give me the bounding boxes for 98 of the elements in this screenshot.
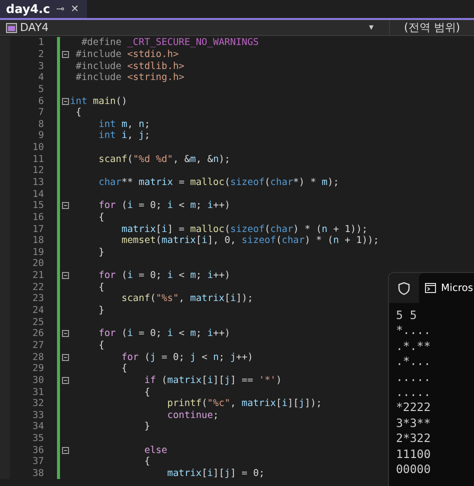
console-output: 5 5 bbox=[396, 308, 418, 324]
code-line: { bbox=[98, 340, 104, 351]
close-icon[interactable]: ✕ bbox=[70, 4, 79, 14]
console-output: ..... bbox=[396, 370, 432, 386]
collapse-icon[interactable] bbox=[62, 202, 68, 210]
line-number: 30 bbox=[32, 374, 44, 386]
code-line: { bbox=[143, 456, 150, 468]
code-line: scanf("%d %d", &m, &n); bbox=[98, 154, 230, 165]
line-number: 7 bbox=[37, 107, 44, 118]
code-line: else bbox=[143, 444, 168, 456]
line-number: 24 bbox=[32, 305, 44, 316]
code-line: #include <string.h> bbox=[74, 72, 184, 84]
console-output: .*... bbox=[396, 354, 432, 370]
line-number: 9 bbox=[37, 130, 44, 142]
line-number: 36 bbox=[32, 444, 44, 456]
line-number: 25 bbox=[32, 316, 44, 328]
code-line: printf("%c", matrix[i][j]); bbox=[166, 398, 322, 410]
code-line: continue; bbox=[166, 410, 219, 421]
line-number: 16 bbox=[32, 212, 44, 223]
line-number: 32 bbox=[32, 398, 44, 410]
code-line: if (matrix[i][j] == '*') bbox=[143, 374, 282, 386]
line-number: 6 bbox=[37, 96, 44, 107]
collapse-icon[interactable] bbox=[62, 354, 68, 361]
line-number: 17 bbox=[32, 224, 44, 235]
code-line: } bbox=[143, 421, 150, 432]
code-line: { bbox=[120, 363, 128, 374]
code-line: matrix[i] = malloc(sizeof(char) * (n + 1)); bbox=[120, 224, 368, 235]
code-line: for (j = 0; j < n; j++) bbox=[120, 352, 254, 363]
code-line: matrix[i][j] = 0; bbox=[166, 468, 265, 480]
code-line: } bbox=[98, 246, 104, 258]
line-number: 18 bbox=[32, 235, 44, 246]
console-output: *.... bbox=[396, 323, 432, 339]
code-line: } bbox=[98, 305, 104, 316]
collapse-icon[interactable] bbox=[62, 330, 68, 338]
line-number: 5 bbox=[37, 84, 44, 95]
code-line: { bbox=[143, 386, 150, 398]
collapse-icon[interactable] bbox=[62, 376, 68, 384]
line-number: 37 bbox=[32, 456, 44, 468]
code-line: int i, j; bbox=[98, 130, 150, 142]
code-line: #define _CRT_SECURE_NO_WARNINGS bbox=[80, 37, 259, 48]
line-number: 10 bbox=[32, 142, 44, 154]
console-output: *2222 bbox=[396, 400, 432, 416]
console-output: 3*3** bbox=[396, 416, 432, 432]
line-number: 11 bbox=[32, 154, 44, 165]
line-number: 33 bbox=[32, 410, 44, 421]
line-number: 12 bbox=[32, 165, 44, 176]
line-number: 15 bbox=[32, 200, 44, 212]
shield-icon[interactable] bbox=[398, 282, 410, 294]
terminal-icon bbox=[425, 283, 436, 293]
project-selector[interactable]: DAY4 bbox=[20, 21, 369, 34]
code-line: for (i = 0; i < m; i++) bbox=[98, 270, 230, 282]
line-number: 26 bbox=[32, 328, 44, 340]
line-number: 21 bbox=[32, 270, 44, 282]
code-line: { bbox=[74, 107, 82, 118]
collapse-icon[interactable] bbox=[62, 272, 68, 280]
line-number: 13 bbox=[32, 177, 44, 188]
scope-selector[interactable]: (전역 범위) bbox=[389, 20, 474, 35]
console-output: 2*322 bbox=[396, 431, 432, 447]
line-number: 8 bbox=[37, 118, 44, 130]
pin-icon[interactable]: ⊸ bbox=[56, 4, 65, 14]
line-number: 35 bbox=[32, 433, 44, 444]
caret-icon[interactable]: ▾ bbox=[369, 22, 389, 32]
code-line: #include <stdlib.h> bbox=[74, 60, 184, 72]
line-number: 4 bbox=[37, 72, 44, 84]
line-number: 29 bbox=[32, 363, 44, 374]
console-tab[interactable]: Micros bbox=[419, 273, 474, 303]
line-number: 14 bbox=[32, 188, 44, 200]
collapse-icon[interactable] bbox=[62, 50, 68, 58]
code-line: char** matrix = malloc(sizeof(char*) * m); bbox=[98, 177, 339, 188]
code-line: memset(matrix[i], 0, sizeof(char) * (n + 1)); bbox=[120, 235, 379, 246]
line-number: 22 bbox=[32, 282, 44, 293]
console-output: .*.** bbox=[396, 338, 432, 354]
code-line: for (i = 0; i < m; i++) bbox=[98, 200, 230, 212]
line-number: 23 bbox=[32, 293, 44, 304]
line-number: 27 bbox=[32, 340, 44, 351]
file-tab[interactable]: day4.c ⊸ ✕ bbox=[0, 0, 87, 18]
console-output: ..... bbox=[396, 385, 432, 400]
code-line: { bbox=[98, 282, 104, 293]
code-line: int m, n; bbox=[98, 118, 150, 130]
line-number: 34 bbox=[32, 421, 44, 432]
collapse-icon[interactable] bbox=[62, 446, 68, 454]
project-icon bbox=[6, 22, 17, 32]
code-line: int main() bbox=[70, 96, 128, 107]
line-number: 20 bbox=[32, 258, 44, 270]
line-number: 19 bbox=[32, 246, 44, 258]
code-line: scanf("%s", matrix[i]); bbox=[120, 293, 254, 304]
line-number: 1 bbox=[37, 37, 44, 48]
collapse-icon[interactable] bbox=[62, 98, 68, 105]
code-line: { bbox=[98, 212, 104, 223]
line-number: 31 bbox=[32, 386, 44, 398]
code-line: for (i = 0; i < m; i++) bbox=[98, 328, 230, 340]
console-output: 00000 bbox=[396, 462, 432, 478]
line-number: 28 bbox=[32, 352, 44, 363]
console-output: 11100 bbox=[396, 446, 432, 462]
code-line: #include <stdio.h> bbox=[74, 48, 179, 60]
line-number: 3 bbox=[37, 60, 44, 72]
line-number: 38 bbox=[32, 468, 44, 480]
line-number: 2 bbox=[37, 48, 44, 60]
